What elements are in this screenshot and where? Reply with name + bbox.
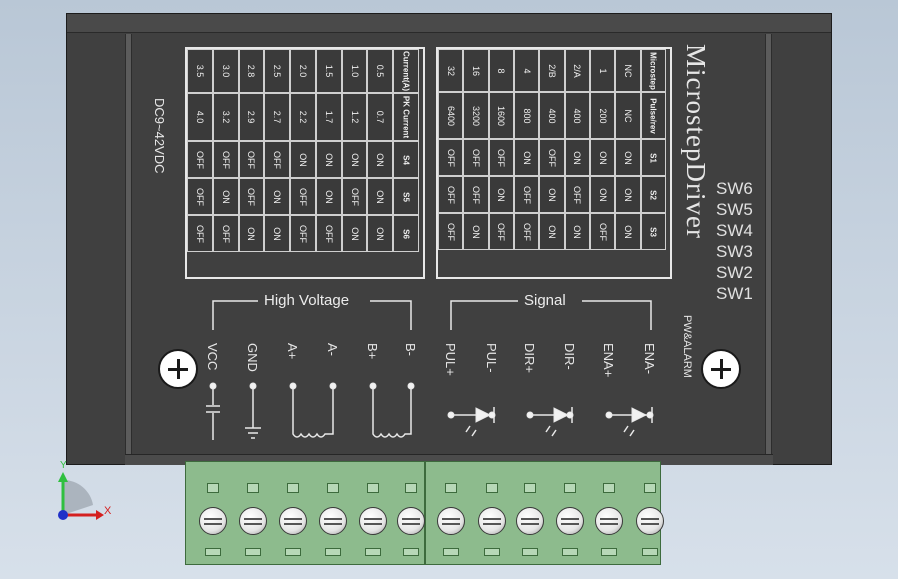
terminal-label: ENA+ [601,343,616,378]
mounting-screw-right-icon [701,349,741,389]
terminal-latch [644,483,656,493]
signal-bracket-right [582,300,652,330]
terminal-latch [445,483,457,493]
axis-triad-icon [58,472,104,520]
terminal-label: B+ [365,343,380,360]
terminal-latch [486,483,498,493]
terminal-wire-slot [365,548,381,556]
signal-label: Signal [522,292,568,309]
terminal-label: A+ [285,343,300,360]
terminal-label: PUL- [484,343,499,373]
terminal-label: ENA- [642,343,657,375]
terminal-label: VCC [205,343,220,371]
terminal-label: DIR- [562,343,577,370]
terminal-wire-slot [484,548,500,556]
axis-x-label: X [104,505,112,517]
axis-y-label: Y [60,460,67,471]
terminal-screw-icon[interactable] [636,507,664,535]
hv-bracket-right [370,300,412,330]
terminal-wire-slot [325,548,341,556]
terminal-screw-icon[interactable] [319,507,347,535]
terminal-wire-slot [285,548,301,556]
terminal-label: A- [325,343,340,356]
terminal-latch [524,483,536,493]
terminal-screw-icon[interactable] [516,507,544,535]
terminal-latch [247,483,259,493]
terminal-wire-slot [443,548,459,556]
terminal-latch [405,483,417,493]
terminal-screw-icon[interactable] [239,507,267,535]
terminal-latch [603,483,615,493]
terminal-wire-slot [562,548,578,556]
terminal-screw-icon[interactable] [478,507,506,535]
terminal-screw-icon[interactable] [437,507,465,535]
terminal-wire-slot [403,548,419,556]
terminal-label: B- [403,343,418,356]
high-voltage-label: High Voltage [262,292,352,309]
signal-bracket-left [450,300,518,330]
diode-dir [553,407,570,423]
terminal-screw-icon[interactable] [279,507,307,535]
terminal-wire-slot [245,548,261,556]
mounting-screw-left-icon [158,349,198,389]
terminal-wire-slot [205,548,221,556]
terminal-latch [207,483,219,493]
terminal-latch [564,483,576,493]
terminal-wire-slot [601,548,617,556]
diode-pul [475,407,492,423]
terminal-screw-icon[interactable] [397,507,425,535]
terminal-screw-icon[interactable] [595,507,623,535]
diode-ena [631,407,648,423]
terminal-wire-slot [642,548,658,556]
terminal-label: DIR+ [522,343,537,373]
terminal-latch [367,483,379,493]
terminal-wire-slot [522,548,538,556]
terminal-latch [327,483,339,493]
terminal-label: GND [245,343,260,372]
hv-bracket-left [212,300,258,330]
terminal-latch [287,483,299,493]
terminal-screw-icon[interactable] [556,507,584,535]
terminal-screw-icon[interactable] [359,507,387,535]
terminal-label: PUL+ [443,343,458,376]
terminal-screw-icon[interactable] [199,507,227,535]
